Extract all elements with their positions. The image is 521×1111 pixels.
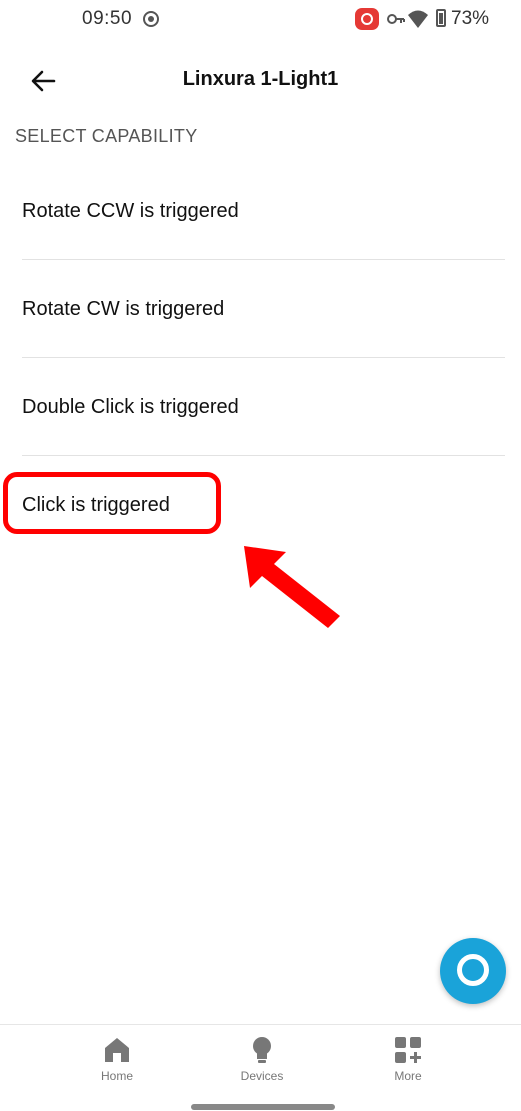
nav-item-devices[interactable]: Devices xyxy=(207,1035,317,1083)
grid-plus-icon xyxy=(395,1037,421,1063)
capability-item-rotate-ccw[interactable]: Rotate CCW is triggered xyxy=(0,162,521,260)
battery-icon xyxy=(436,9,446,27)
annotation-arrow-icon xyxy=(244,546,340,628)
capability-label: Rotate CW is triggered xyxy=(22,298,225,320)
nav-label: Home xyxy=(100,1069,133,1083)
status-time: 09:50 xyxy=(82,8,133,29)
vpn-key-icon xyxy=(387,14,405,24)
capability-label: Double Click is triggered xyxy=(22,396,239,418)
cast-icon xyxy=(355,8,379,30)
nav-label: Devices xyxy=(240,1069,284,1083)
alexa-icon xyxy=(457,954,489,986)
wifi-icon xyxy=(408,10,428,28)
nav-item-more[interactable]: More xyxy=(353,1035,463,1083)
battery-percent: 73% xyxy=(451,8,490,29)
status-bar: 09:50 73% xyxy=(0,0,521,40)
nav-item-home[interactable]: Home xyxy=(62,1035,172,1083)
home-indicator xyxy=(191,1104,335,1110)
screen-record-icon xyxy=(143,11,159,27)
home-icon xyxy=(105,1038,129,1062)
page-title: Linxura 1-Light1 xyxy=(182,68,339,90)
capability-item-double-click[interactable]: Double Click is triggered xyxy=(0,358,521,456)
highlight-box xyxy=(3,472,221,534)
capability-item-rotate-cw[interactable]: Rotate CW is triggered xyxy=(0,260,521,358)
bottom-nav: Home Devices More xyxy=(0,1024,521,1111)
lightbulb-icon xyxy=(253,1037,271,1063)
capability-label: Rotate CCW is triggered xyxy=(22,200,239,222)
alexa-button[interactable] xyxy=(440,938,506,1004)
nav-label: More xyxy=(394,1069,422,1083)
section-title: SELECT CAPABILITY xyxy=(15,126,198,146)
